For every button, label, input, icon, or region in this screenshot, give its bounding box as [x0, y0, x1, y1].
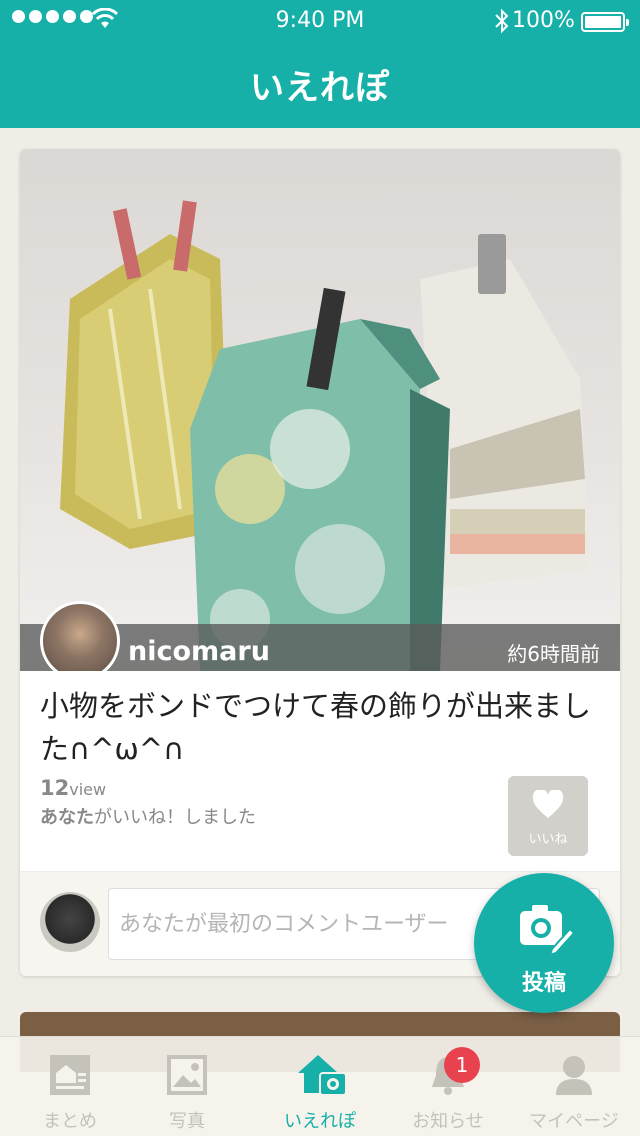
- post-text: 小物をボンドでつけて春の飾りが出来ました∩^ω^∩: [40, 689, 592, 766]
- tab-bar: まとめ 写真 いえれぽ お知らせ マイページ: [0, 1036, 640, 1136]
- matome-icon: [50, 1055, 90, 1095]
- post-button[interactable]: 投稿: [474, 873, 614, 1013]
- house-camera-icon: [298, 1055, 347, 1096]
- posted-time: 約6時間前: [507, 642, 600, 666]
- tab-label: いえれぽ: [284, 1111, 356, 1132]
- liked-who: あなた: [40, 807, 94, 828]
- tab-label: お知らせ: [412, 1111, 484, 1132]
- post-card[interactable]: nicomaru 約6時間前 小物をボンドでつけて春の飾りが出来ました∩^ω^∩…: [20, 149, 620, 976]
- liked-status: あなたがいいね！しました: [40, 803, 256, 829]
- tab-ierepo[interactable]: いえれぽ: [256, 1037, 384, 1136]
- milk-carton-boxes-illustration: [60, 200, 590, 671]
- photo-icon: [167, 1055, 207, 1095]
- view-count: 12view: [40, 776, 106, 800]
- person-icon: [556, 1056, 592, 1095]
- like-button[interactable]: いいね: [508, 776, 588, 856]
- heart-icon: [532, 790, 564, 818]
- battery-percent: 100%: [512, 8, 575, 33]
- status-bar: 9:40 PM 100%: [0, 0, 640, 40]
- liked-rest: がいいね！しました: [94, 807, 256, 828]
- app-header: 9:40 PM 100% いえれぽ: [0, 0, 640, 128]
- like-label: いいね: [528, 832, 568, 847]
- tab-label: マイページ: [529, 1111, 619, 1132]
- user-avatar[interactable]: [40, 601, 120, 671]
- tab-mypage[interactable]: マイページ: [510, 1037, 638, 1136]
- post-photo[interactable]: nicomaru 約6時間前: [20, 149, 620, 671]
- battery-icon: [581, 12, 629, 32]
- tab-matome[interactable]: まとめ: [6, 1037, 134, 1136]
- tab-label: まとめ: [43, 1111, 97, 1132]
- notification-badge: 1: [444, 1047, 480, 1083]
- tab-label: 写真: [169, 1111, 205, 1132]
- username[interactable]: nicomaru: [128, 636, 270, 667]
- view-count-number: 12: [40, 776, 70, 800]
- tab-photo[interactable]: 写真: [123, 1037, 251, 1136]
- post-button-label: 投稿: [521, 971, 566, 996]
- page-title: いえれぽ: [250, 68, 390, 108]
- camera-pen-icon: [520, 905, 574, 957]
- my-avatar: [40, 892, 100, 952]
- bluetooth-icon: [495, 8, 509, 34]
- view-count-unit: view: [69, 780, 107, 799]
